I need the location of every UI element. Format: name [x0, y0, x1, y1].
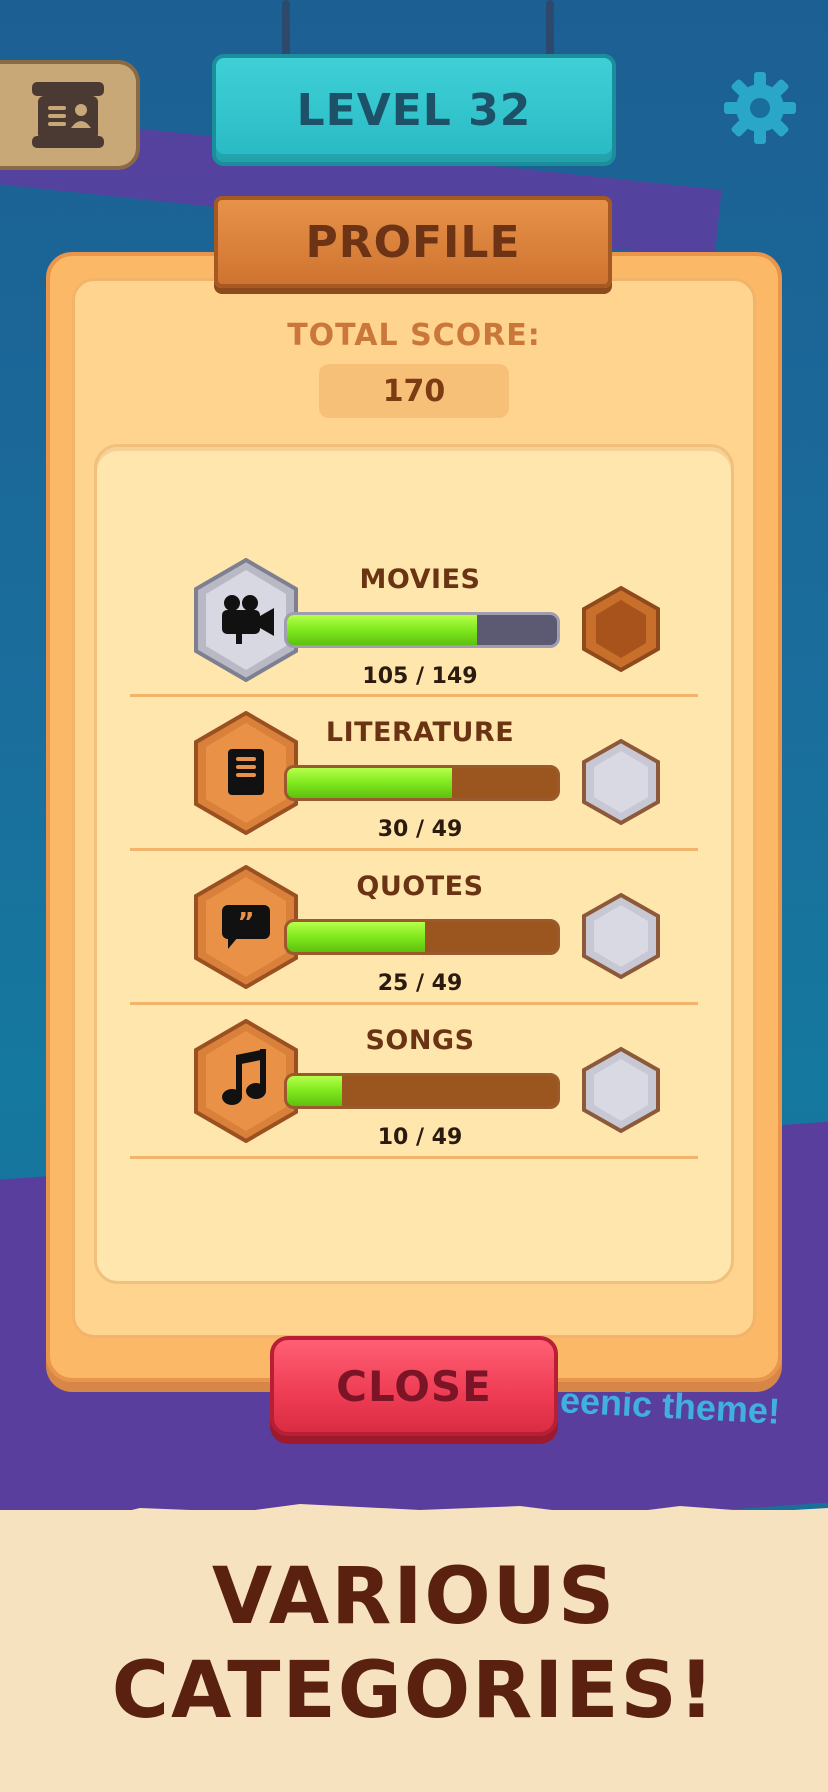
category-count: 30 / 49 — [377, 817, 463, 842]
profile-button[interactable] — [0, 60, 140, 170]
category-count: 10 / 49 — [377, 1125, 463, 1150]
category-name: SONGS — [365, 1025, 475, 1056]
settings-button[interactable] — [720, 68, 800, 148]
silver-badge-icon — [582, 738, 660, 826]
category-name: LITERATURE — [325, 717, 515, 748]
close-button[interactable]: CLOSE — [270, 1336, 558, 1436]
category-progress-bar — [284, 612, 560, 648]
category-progress-fill — [287, 922, 425, 952]
profile-card-icon — [32, 82, 104, 148]
category-count: 25 / 49 — [377, 971, 463, 996]
bottom-banner: VARIOUS CATEGORIES! — [0, 1510, 828, 1792]
sign-chain-right — [546, 0, 554, 62]
panel-title: PROFILE — [305, 216, 521, 268]
svg-text:”: ” — [237, 908, 254, 938]
row-divider — [130, 1156, 698, 1159]
category-name: MOVIES — [359, 564, 481, 595]
row-divider — [130, 848, 698, 851]
sign-chain-left — [282, 0, 290, 62]
close-button-label: CLOSE — [336, 1361, 492, 1411]
category-progress-fill — [287, 768, 453, 798]
row-divider — [130, 694, 698, 697]
category-progress-bar — [284, 919, 560, 955]
total-score-label: TOTAL SCORE: — [287, 318, 541, 353]
category-count: 105 / 149 — [362, 664, 478, 689]
banner-line-1: VARIOUS — [211, 1552, 617, 1642]
category-progress-bar — [284, 1073, 560, 1109]
silver-badge-icon — [582, 892, 660, 980]
category-name: QUOTES — [356, 871, 484, 902]
banner-line-2: CATEGORIES! — [111, 1646, 717, 1736]
category-progress-fill — [287, 1076, 343, 1106]
profile-title-sign: PROFILE — [214, 196, 612, 288]
category-row-songs[interactable]: SONGS 10 / 49 — [0, 1019, 828, 1175]
category-row-movies[interactable]: MOVIES 105 / 149 — [0, 558, 828, 714]
category-row-literature[interactable]: LITERATURE 30 / 49 — [0, 711, 828, 867]
category-progress-bar — [284, 765, 560, 801]
category-progress-fill — [287, 615, 478, 645]
total-score-value: 170 — [319, 364, 509, 418]
bronze-badge-icon — [582, 585, 660, 673]
level-sign: LEVEL 32 — [212, 54, 616, 166]
category-row-quotes[interactable]: QUOTES ” 25 / 49 — [0, 865, 828, 1021]
gear-icon — [724, 72, 796, 144]
silver-badge-icon — [582, 1046, 660, 1134]
row-divider — [130, 1002, 698, 1005]
level-label: LEVEL 32 — [296, 84, 532, 136]
